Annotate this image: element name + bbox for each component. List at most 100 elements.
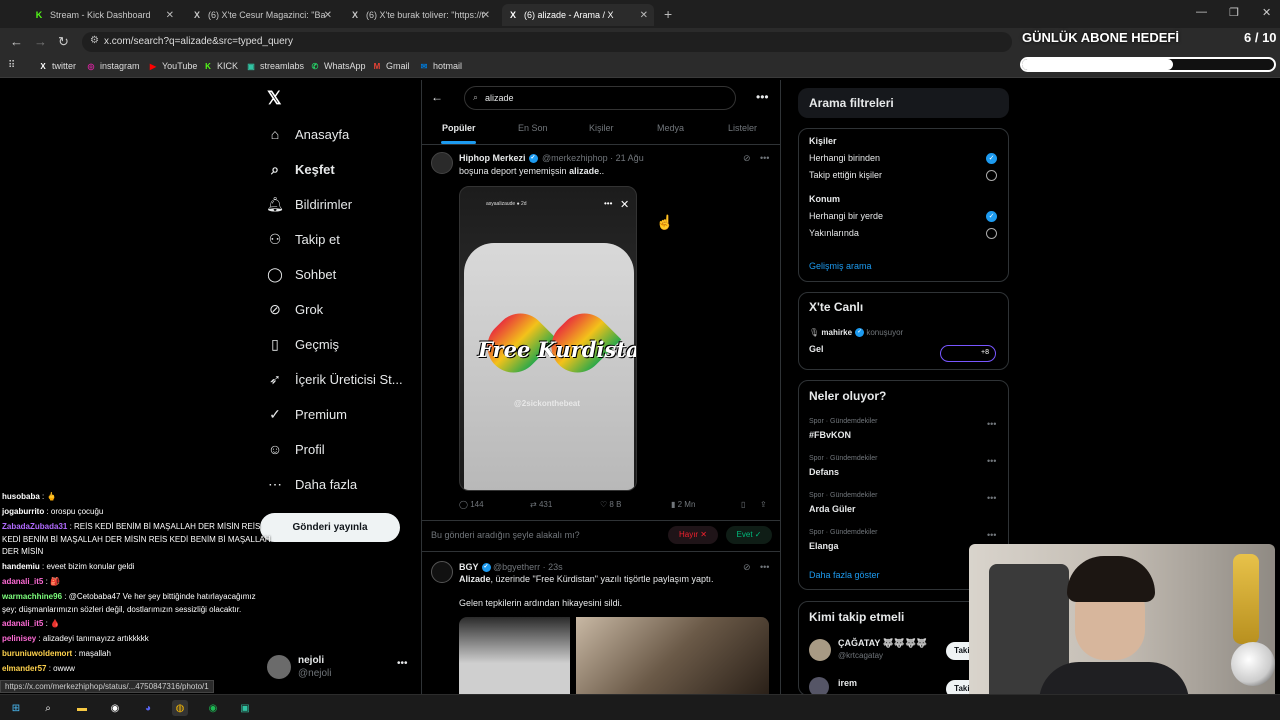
nav-item-creator-studio[interactable]: ➶ İçerik Üreticisi St... [266,367,403,391]
bookmark-hotmail[interactable]: ✉ hotmail [419,61,462,71]
reload-icon[interactable]: ↻ [58,34,69,50]
live-participants[interactable]: +8 [940,345,996,362]
browser-tab-burak[interactable]: X (6) X'te burak toliver: "https://t... … [344,4,496,26]
nav-item-chat[interactable]: ◯ Sohbet [266,262,336,286]
back-icon[interactable]: ← [10,34,23,49]
browser-tab-alizade[interactable]: X (6) alizade - Arama / X ✕ [502,4,654,26]
chat-username[interactable]: elmander57 [2,664,46,673]
close-icon[interactable]: ✕ [166,10,174,21]
search-input[interactable]: ⌕ alizade [464,86,736,110]
live-host[interactable]: 🎙︎ mahirke ✓ konuşuyor [809,328,903,338]
avatar[interactable] [431,152,453,174]
apps-icon[interactable]: ⠿ [8,60,15,71]
more-icon[interactable]: ••• [760,153,769,163]
nav-item-profile[interactable]: ☺ Profil [266,437,325,461]
like-button[interactable]: ♡ 8 B [600,500,621,509]
nav-item-home[interactable]: ⌂ Anasayfa [266,122,349,146]
reply-button[interactable]: ◯ 144 [459,500,484,509]
trend-item[interactable]: Arda Güler [809,504,856,514]
tab-lists[interactable]: Listeler [728,123,757,133]
location-any-radio[interactable]: ✓ [986,211,997,222]
more-icon[interactable]: ••• [987,456,996,466]
obs-icon[interactable]: ◉ [107,700,123,716]
chat-username[interactable]: buruniuwoldemort [2,649,72,658]
site-info-icon[interactable]: ⚙ [90,35,99,46]
trend-item[interactable]: Defans [809,467,839,477]
location-any-label[interactable]: Herhangi bir yerde [809,211,883,221]
people-any-label[interactable]: Herhangi birinden [809,153,880,163]
url-field[interactable]: ⚙ x.com/search?q=alizade&src=typed_query [82,32,1012,52]
nav-item-history[interactable]: ▯ Geçmiş [266,332,339,356]
chat-username[interactable]: adanali_it5 [2,577,43,586]
more-icon[interactable]: ••• [760,562,769,572]
x-logo-icon[interactable]: 𝕏 [267,88,282,109]
bookmark-gmail[interactable]: M Gmail [372,61,410,71]
tweet-media-image[interactable] [576,617,769,694]
repost-button[interactable]: ⇄ 431 [530,500,552,509]
feedback-no-button[interactable]: Hayır ✕ [668,526,718,544]
profile-name[interactable]: nejoli [298,655,324,666]
people-any-radio[interactable]: ✓ [986,153,997,164]
tweet-media-image[interactable]: Free Kurdistan @2sickonthebeat asyaaliza… [459,186,637,491]
search-icon[interactable]: ⌕ [40,700,56,716]
suggested-user-name[interactable]: ÇAĞATAY 🐺🐺🐺🐺 [838,638,928,649]
chat-username[interactable]: adanali_it5 [2,619,43,628]
post-button[interactable]: Gönderi yayınla [260,513,400,542]
browser-tab-cesur[interactable]: X (6) X'te Cesur Magazinci: "Bana... ✕ [186,4,338,26]
grok-icon[interactable]: ⊘ [743,562,751,573]
streamlabs-icon[interactable]: ▣ [237,700,253,716]
nav-item-grok[interactable]: ⊘ Grok [266,297,323,321]
maximize-icon[interactable]: ❐ [1229,6,1239,19]
avatar[interactable] [267,655,291,679]
tab-popular[interactable]: Popüler [442,123,476,133]
tweet-author[interactable]: BGY ✓ [459,562,491,573]
file-explorer-icon[interactable]: ▬ [74,700,90,716]
chat-username[interactable]: handemiu [2,562,40,571]
chrome-icon[interactable]: ◍ [172,700,188,716]
chat-username[interactable]: husobaba [2,492,40,501]
back-arrow-icon[interactable]: ← [431,90,443,104]
share-icon[interactable]: ⇪ [760,500,767,509]
avatar[interactable] [809,639,831,661]
bookmark-streamlabs[interactable]: ▣ streamlabs [246,61,304,71]
bookmark-instagram[interactable]: ◎ instagram [86,61,140,71]
close-icon[interactable]: ✕ [640,10,648,21]
show-more-link[interactable]: Daha fazla göster [809,570,880,580]
grok-icon[interactable]: ⊘ [743,153,751,164]
tweet-media-image[interactable] [459,617,570,694]
trend-item[interactable]: #FBvKON [809,430,851,440]
chat-username[interactable]: jogaburrito [2,507,44,516]
tab-people[interactable]: Kişiler [589,123,614,133]
views-button[interactable]: ▮ 2 Mn [671,500,695,509]
discord-icon[interactable]: ◕ [140,700,156,716]
spotify-icon[interactable]: ◉ [205,700,221,716]
bookmark-youtube[interactable]: ▶ YouTube [148,61,197,71]
forward-icon[interactable]: → [34,34,47,49]
more-icon[interactable]: ••• [756,90,769,104]
bookmark-twitter[interactable]: Xtwitter [38,61,76,71]
bookmark-icon[interactable]: ▯ [741,500,745,509]
location-near-label[interactable]: Yakınlarında [809,228,859,238]
suggested-user-name[interactable]: irem [838,678,857,688]
chat-username[interactable]: warmachhine96 [2,592,62,601]
window-close-icon[interactable]: ✕ [1262,6,1271,19]
nav-item-more[interactable]: ⋯ Daha fazla [266,472,357,496]
more-icon[interactable]: ••• [987,530,996,540]
tweet-author[interactable]: Hiphop Merkezi ✓ [459,153,538,164]
more-icon[interactable]: ••• [987,493,996,503]
nav-item-premium[interactable]: ✓ Premium [266,402,347,426]
location-near-radio[interactable] [986,228,997,239]
new-tab-button[interactable]: + [664,6,672,22]
windows-start-icon[interactable]: ⊞ [8,700,24,716]
avatar[interactable] [431,561,453,583]
nav-item-explore[interactable]: ⌕ Keşfet [266,157,335,181]
minimize-icon[interactable]: — [1196,6,1207,18]
bookmark-kick[interactable]: K KICK [203,61,238,71]
more-icon[interactable]: ••• [397,658,408,669]
chat-username[interactable]: pelinisey [2,634,36,643]
bookmark-whatsapp[interactable]: ✆ WhatsApp [310,61,366,71]
more-icon[interactable]: ••• [987,419,996,429]
people-following-label[interactable]: Takip ettiğin kişiler [809,170,882,180]
browser-tab-kick[interactable]: K Stream - Kick Dashboard ✕ [28,4,180,26]
close-icon[interactable]: ✕ [324,10,332,21]
